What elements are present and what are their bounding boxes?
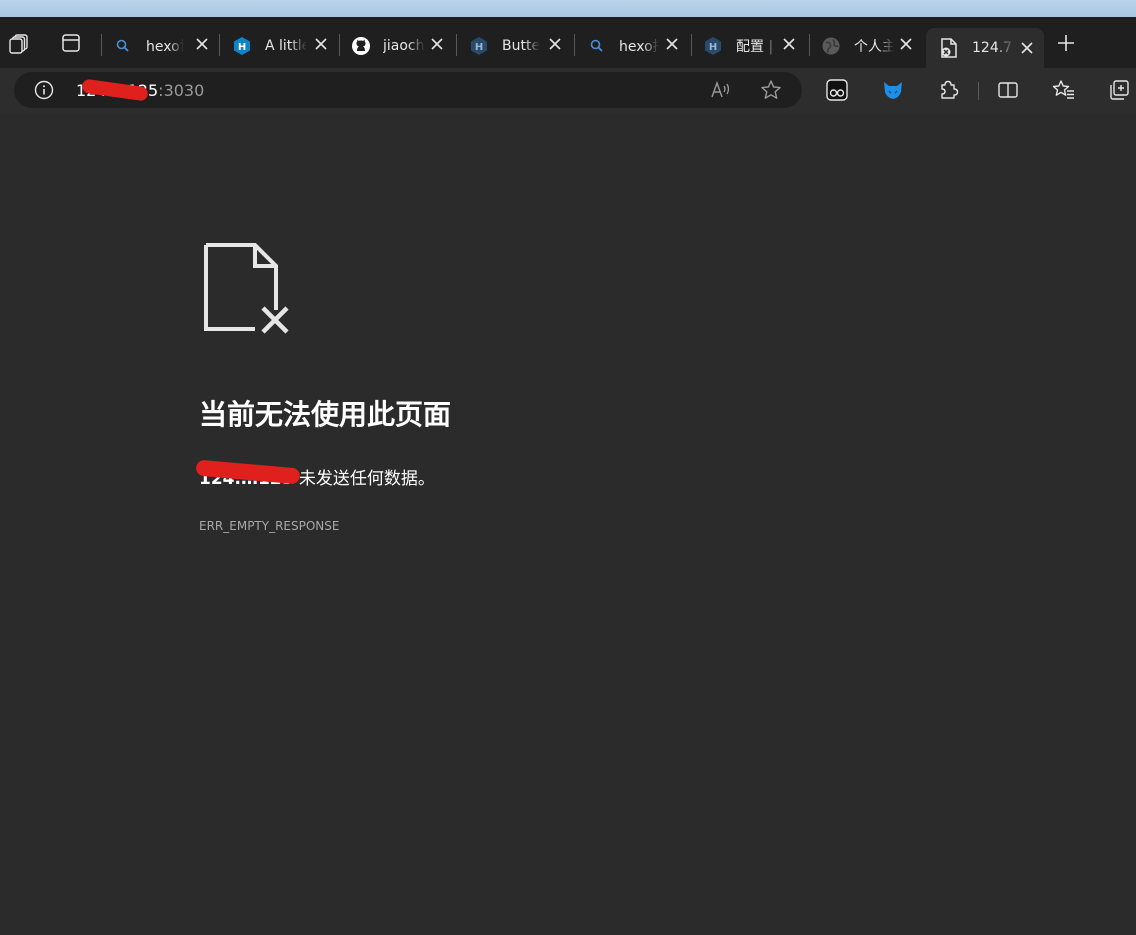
tab-title: 124.7 [972, 40, 1013, 56]
broken-document-icon [204, 243, 289, 334]
tab-separator [574, 34, 575, 56]
tab-title: jiaoch [383, 38, 425, 54]
globe-icon [822, 37, 840, 55]
tab-separator [101, 34, 102, 56]
hexo-h-icon: H [233, 37, 251, 55]
tab-strip: hexo博 H A little jiaoch H Butte [0, 17, 1136, 68]
tab-hexo-search-1[interactable]: hexo博 [114, 29, 210, 63]
error-message: 未发送任何数据。 [293, 469, 435, 489]
site-info-icon[interactable] [34, 80, 54, 100]
extension-blue-cat-icon[interactable] [880, 77, 906, 103]
tab-actions-icon [62, 34, 80, 52]
error-page-icon [940, 38, 958, 58]
close-tab-icon[interactable] [547, 36, 563, 52]
close-tab-icon[interactable] [194, 36, 210, 52]
svg-text:H: H [709, 42, 717, 53]
address-bar[interactable]: 124.…125:3030 [14, 72, 802, 108]
tab-title: 配置 | [736, 39, 774, 55]
toolbar-separator [978, 82, 979, 100]
tab-active-error[interactable]: 124.7 [926, 28, 1044, 68]
tab-title: hexo搭 [619, 39, 659, 55]
tab-title: hexo博 [146, 39, 184, 55]
tab-a-little[interactable]: H A little [233, 29, 329, 63]
error-title: 当前无法使用此页面 [199, 398, 452, 431]
favorites-list-icon[interactable] [1051, 77, 1077, 103]
favorite-star-icon[interactable] [760, 79, 782, 101]
url-port: :3030 [158, 81, 205, 100]
tab-config[interactable]: H 配置 | [704, 29, 797, 63]
close-tab-icon[interactable] [313, 36, 329, 52]
close-tab-icon[interactable] [429, 36, 445, 52]
split-screen-icon[interactable] [995, 77, 1021, 103]
svg-text:H: H [238, 42, 246, 53]
github-icon [352, 37, 370, 55]
tab-title: A little [265, 38, 307, 54]
search-icon [588, 37, 606, 55]
extension-tampermonkey-icon[interactable] [824, 77, 850, 103]
tab-separator [339, 34, 340, 56]
tab-hexo-search-2[interactable]: hexo搭 [588, 29, 680, 63]
tab-actions-button[interactable] [57, 29, 85, 57]
collections-icon[interactable] [1106, 77, 1132, 103]
plus-icon [1058, 35, 1074, 51]
tab-title: Butte [502, 38, 540, 54]
close-tab-icon[interactable] [664, 36, 680, 52]
tab-separator [219, 34, 220, 56]
hexo-h-icon: H [470, 37, 488, 55]
tab-personal[interactable]: 个人主 [822, 29, 914, 63]
tab-separator [456, 34, 457, 56]
tab-separator [691, 34, 692, 56]
close-tab-icon[interactable] [781, 36, 797, 52]
read-aloud-icon[interactable] [710, 79, 732, 101]
tab-github[interactable]: jiaoch [352, 29, 445, 63]
workspaces-icon [9, 34, 28, 54]
new-tab-button[interactable] [1052, 29, 1080, 57]
hexo-h-icon: H [704, 37, 722, 55]
error-code: ERR_EMPTY_RESPONSE [199, 519, 340, 533]
svg-text:H: H [475, 42, 483, 53]
extensions-puzzle-icon[interactable] [935, 77, 961, 103]
tab-title: 个人主 [854, 39, 894, 55]
search-icon [114, 37, 132, 55]
desktop-strip [0, 0, 1136, 17]
error-page: 当前无法使用此页面 124.…125 未发送任何数据。 ERR_EMPTY_RE… [0, 114, 1136, 935]
browser-toolbar: 124.…125:3030 [0, 68, 1136, 114]
close-tab-icon[interactable] [1019, 40, 1035, 56]
tab-separator [809, 34, 810, 56]
tab-butterfly[interactable]: H Butte [470, 29, 563, 63]
workspaces-button[interactable] [5, 29, 33, 57]
close-tab-icon[interactable] [898, 36, 914, 52]
